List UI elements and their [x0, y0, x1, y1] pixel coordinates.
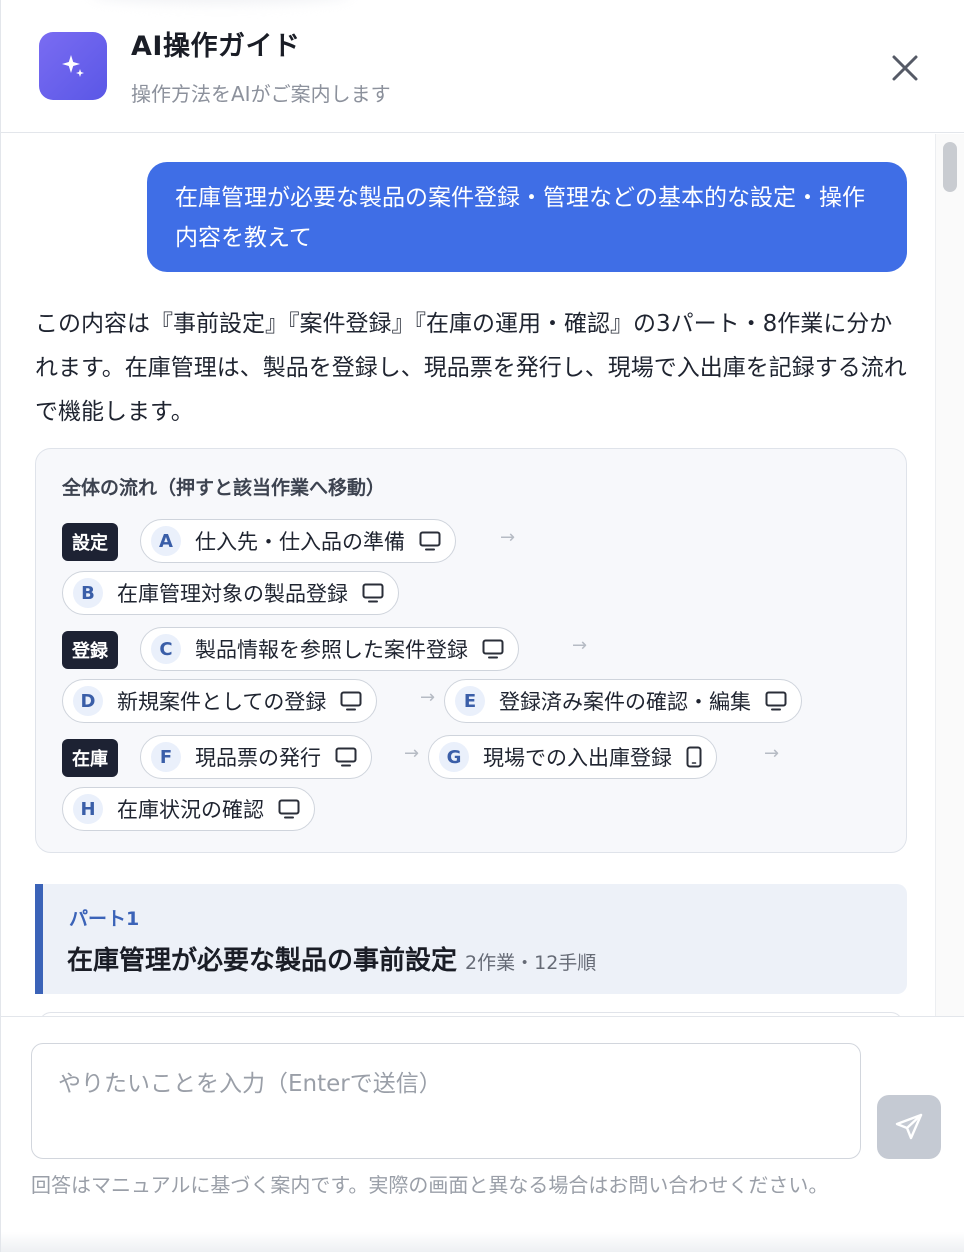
step-letter: A [151, 526, 181, 556]
arrow-icon: → [764, 743, 780, 764]
flow-step-h[interactable]: H 在庫状況の確認 [62, 787, 315, 831]
step-label: 新規案件としての登録 [117, 690, 327, 714]
step-letter: B [73, 578, 103, 608]
step-label: 現品票の発行 [195, 746, 321, 770]
desktop-icon [765, 691, 787, 711]
part-title: 在庫管理が必要な製品の事前設定 2作業・12手順 [67, 940, 596, 977]
step-letter: E [455, 686, 485, 716]
part-header-card[interactable]: パート1 在庫管理が必要な製品の事前設定 2作業・12手順 [35, 884, 907, 994]
step-letter: G [439, 742, 469, 772]
step-label: 仕入先・仕入品の準備 [195, 530, 405, 554]
flow-step-a[interactable]: A 仕入先・仕入品の準備 [140, 519, 456, 563]
arrow-icon: → [500, 527, 516, 548]
panel-header: AI操作ガイド 操作方法をAIがご案内します [1, 0, 964, 133]
send-button[interactable] [877, 1095, 941, 1159]
arrow-icon: → [420, 687, 436, 708]
flow-step-g[interactable]: G 現場での入出庫登録 [428, 735, 717, 779]
desktop-icon [340, 691, 362, 711]
part-meta: 2作業・12手順 [465, 952, 597, 974]
chat-scrollbar[interactable] [935, 134, 964, 1016]
send-icon [895, 1113, 923, 1140]
scrollbar-thumb[interactable] [943, 142, 957, 192]
desktop-icon [362, 583, 384, 603]
panel-title: AI操作ガイド [131, 31, 301, 62]
group-tag-registration: 登録 [62, 631, 118, 669]
composer: 回答はマニュアルに基づく案内です。実際の画面と異なる場合はお問い合わせください。 [1, 1016, 964, 1252]
flow-step-d[interactable]: D 新規案件としての登録 [62, 679, 378, 723]
close-icon [892, 55, 918, 81]
sparkle-icon [39, 32, 107, 100]
part-title-text: 在庫管理が必要な製品の事前設定 [67, 946, 458, 976]
step-label: 製品情報を参照した案件登録 [195, 638, 468, 662]
step-letter: F [151, 742, 181, 772]
desktop-icon [482, 639, 504, 659]
step-letter: C [151, 634, 181, 664]
arrow-icon: → [404, 743, 420, 764]
flow-step-b[interactable]: B 在庫管理対象の製品登録 [62, 571, 399, 615]
desktop-icon [278, 799, 300, 819]
group-tag-inventory: 在庫 [62, 739, 118, 777]
disclaimer-text: 回答はマニュアルに基づく案内です。実際の画面と異なる場合はお問い合わせください。 [31, 1173, 829, 1197]
step-label: 在庫管理対象の製品登録 [117, 582, 348, 606]
step-label: 現場での入出庫登録 [483, 746, 672, 770]
arrow-icon: → [572, 635, 588, 656]
message-input-box [31, 1043, 861, 1159]
ai-guide-panel: AI操作ガイド 操作方法をAIがご案内します 在庫管理が必要な製品の案件登録・管… [0, 0, 964, 1252]
step-label: 登録済み案件の確認・編集 [499, 690, 751, 714]
step-letter: H [73, 794, 103, 824]
step-letter: D [73, 686, 103, 716]
step-label: 在庫状況の確認 [117, 798, 264, 822]
desktop-icon [335, 747, 357, 767]
close-button[interactable] [885, 48, 925, 88]
part-label: パート1 [69, 908, 140, 930]
mobile-icon [686, 746, 702, 768]
chat-history[interactable]: 在庫管理が必要な製品の案件登録・管理などの基本的な設定・操作内容を教えて この内… [1, 134, 935, 1016]
message-input[interactable] [32, 1044, 860, 1158]
assistant-message: この内容は『事前設定』『案件登録』『在庫の運用・確認』の3パート・8作業に分かれ… [35, 311, 907, 425]
flow-step-e[interactable]: E 登録済み案件の確認・編集 [444, 679, 802, 723]
flow-step-c[interactable]: C 製品情報を参照した案件登録 [140, 627, 519, 671]
flow-overview-card: 全体の流れ（押すと該当作業へ移動） 設定 A 仕入先・仕入品の準備 → B 在庫… [35, 448, 907, 853]
flow-title: 全体の流れ（押すと該当作業へ移動） [62, 477, 386, 499]
desktop-icon [419, 531, 441, 551]
group-tag-settings: 設定 [62, 523, 118, 561]
panel-subtitle: 操作方法をAIがご案内します [131, 82, 391, 106]
user-message-bubble: 在庫管理が必要な製品の案件登録・管理などの基本的な設定・操作内容を教えて [147, 162, 907, 272]
flow-step-f[interactable]: F 現品票の発行 [140, 735, 372, 779]
